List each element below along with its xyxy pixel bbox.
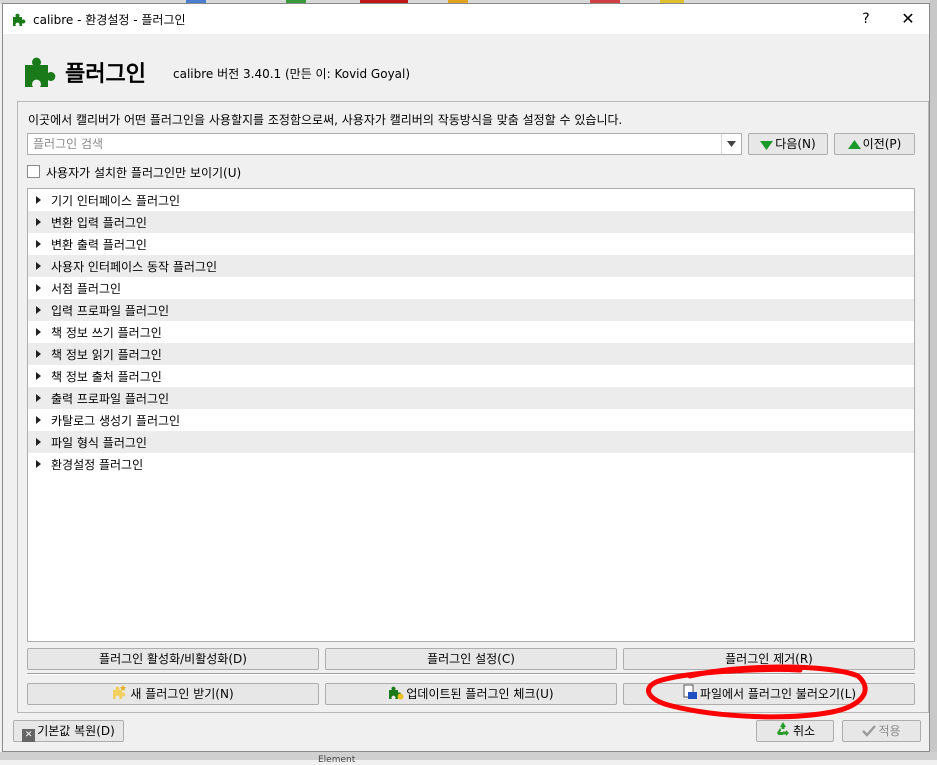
remove-plugin-label: 플러그인 제거(R) (725, 652, 813, 666)
tree-item-label: 변환 입력 플러그인 (51, 216, 147, 230)
toggle-plugin-button[interactable]: 플러그인 활성화/비활성화(D) (27, 648, 319, 670)
tree-item[interactable]: 환경설정 플러그인 (28, 453, 914, 475)
window-title: calibre - 환경설정 - 플러그인 (33, 13, 186, 27)
chevron-down-icon (727, 141, 736, 147)
tree-item-label: 입력 프로파일 플러그인 (51, 304, 170, 318)
toggle-plugin-label: 플러그인 활성화/비활성화(D) (99, 652, 247, 666)
tree-item[interactable]: 책 정보 읽기 플러그인 (28, 343, 914, 365)
plugin-settings-button[interactable]: 플러그인 설정(C) (325, 648, 617, 670)
file-plugin-icon (683, 684, 697, 699)
title-bar: calibre - 환경설정 - 플러그인 ? ✕ (3, 4, 929, 34)
plugin-settings-label: 플러그인 설정(C) (427, 652, 515, 666)
tree-item[interactable]: 파일 형식 플러그인 (28, 431, 914, 453)
checkmark-icon (862, 725, 877, 737)
check-updated-plugins-label: 업데이트된 플러그인 체크(U) (406, 687, 554, 701)
description-text: 이곳에서 캘리버가 어떤 플러그인을 사용할지를 조정함으로써, 사용자가 캘리… (28, 113, 623, 127)
tree-item[interactable]: 사용자 인터페이스 동작 플러그인 (28, 255, 914, 277)
tree-item[interactable]: 입력 프로파일 플러그인 (28, 299, 914, 321)
arrow-up-icon (847, 140, 861, 149)
tree-item[interactable]: 서점 플러그인 (28, 277, 914, 299)
tree-item[interactable]: 카탈로그 생성기 플러그인 (28, 409, 914, 431)
expand-arrow-icon[interactable] (36, 196, 41, 204)
version-info: calibre 버전 3.40.1 (만든 이: Kovid Goyal) (173, 67, 411, 81)
tree-item[interactable]: 책 정보 출처 플러그인 (28, 365, 914, 387)
tree-item-label: 환경설정 플러그인 (51, 458, 144, 472)
background-text: Element (318, 755, 356, 765)
tree-item-label: 변환 출력 플러그인 (51, 238, 147, 252)
cancel-button-label: 취소 (792, 724, 816, 738)
restore-defaults-label: 기본값 복원(D) (37, 724, 115, 738)
tree-item-label: 사용자 인터페이스 동작 플러그인 (51, 260, 218, 274)
restore-icon: ✕ (22, 729, 36, 742)
search-input[interactable] (28, 134, 721, 154)
search-dropdown-button[interactable] (721, 134, 741, 154)
check-updated-plugins-button[interactable]: 업데이트된 플러그인 체크(U) (325, 683, 617, 705)
next-button-label: 다음(N) (775, 137, 816, 151)
preferences-dialog: calibre - 환경설정 - 플러그인 ? ✕ 플러그인 calibre 버… (2, 3, 930, 752)
tree-item[interactable]: 책 정보 쓰기 플러그인 (28, 321, 914, 343)
expand-arrow-icon[interactable] (36, 218, 41, 226)
expand-arrow-icon[interactable] (36, 460, 41, 468)
get-new-plugins-button[interactable]: 새 플러그인 받기(N) (27, 683, 319, 705)
background-window-bottom: Element (0, 752, 937, 765)
tree-item-label: 카탈로그 생성기 플러그인 (51, 414, 181, 428)
user-installed-checkbox-label[interactable]: 사용자가 설치한 플러그인만 보이기(U) (46, 164, 241, 181)
expand-arrow-icon[interactable] (36, 328, 41, 336)
expand-arrow-icon[interactable] (36, 350, 41, 358)
help-button[interactable]: ? (851, 7, 881, 31)
plugins-panel: 이곳에서 캘리버가 어떤 플러그인을 사용할지를 조정함으로써, 사용자가 캘리… (17, 101, 929, 713)
close-button[interactable]: ✕ (893, 7, 923, 31)
expand-arrow-icon[interactable] (36, 416, 41, 424)
previous-button[interactable]: 이전(P) (834, 133, 915, 155)
tree-item[interactable]: 변환 출력 플러그인 (28, 233, 914, 255)
tree-item[interactable]: 기기 인터페이스 플러그인 (28, 189, 914, 211)
search-combobox[interactable] (27, 133, 742, 155)
expand-arrow-icon[interactable] (36, 240, 41, 248)
previous-button-label: 이전(P) (862, 137, 902, 151)
load-plugin-from-file-button[interactable]: 파일에서 플러그인 불러오기(L) (623, 683, 915, 705)
tree-item-label: 책 정보 쓰기 플러그인 (51, 326, 162, 340)
tree-item-label: 출력 프로파일 플러그인 (51, 392, 170, 406)
restore-defaults-button[interactable]: ✕ 기본값 복원(D) (13, 720, 124, 742)
apply-button[interactable]: 적용 (842, 720, 921, 742)
next-button[interactable]: 다음(N) (748, 133, 828, 155)
plugins-puzzle-icon (25, 57, 56, 87)
tree-item-label: 서점 플러그인 (51, 282, 122, 296)
arrow-down-icon (760, 141, 774, 150)
apply-button-label: 적용 (878, 724, 901, 738)
yellow-puzzle-icon (113, 685, 127, 699)
green-puzzle-update-icon (389, 686, 404, 700)
background-window-edge (930, 0, 937, 760)
user-installed-checkbox[interactable] (27, 165, 40, 178)
puzzle-app-icon (13, 13, 26, 26)
expand-arrow-icon[interactable] (36, 394, 41, 402)
cancel-button[interactable]: 취소 (756, 720, 834, 742)
tree-item-label: 책 정보 읽기 플러그인 (51, 348, 162, 362)
actions-separator (27, 673, 915, 675)
recycle-icon (776, 722, 789, 736)
tree-item[interactable]: 출력 프로파일 플러그인 (28, 387, 914, 409)
tree-item-label: 책 정보 출처 플러그인 (51, 370, 162, 384)
tree-item-label: 파일 형식 플러그인 (51, 436, 147, 450)
expand-arrow-icon[interactable] (36, 306, 41, 314)
load-plugin-from-file-label: 파일에서 플러그인 불러오기(L) (699, 687, 857, 701)
expand-arrow-icon[interactable] (36, 438, 41, 446)
expand-arrow-icon[interactable] (36, 262, 41, 270)
remove-plugin-button[interactable]: 플러그인 제거(R) (623, 648, 915, 670)
tree-item-label: 기기 인터페이스 플러그인 (51, 194, 181, 208)
get-new-plugins-label: 새 플러그인 받기(N) (130, 687, 234, 701)
expand-arrow-icon[interactable] (36, 372, 41, 380)
page-title: 플러그인 (65, 62, 146, 87)
expand-arrow-icon[interactable] (36, 284, 41, 292)
tree-item[interactable]: 변환 입력 플러그인 (28, 211, 914, 233)
plugin-category-tree[interactable]: 기기 인터페이스 플러그인 변환 입력 플러그인 변환 출력 플러그인 사용자 … (27, 188, 915, 642)
